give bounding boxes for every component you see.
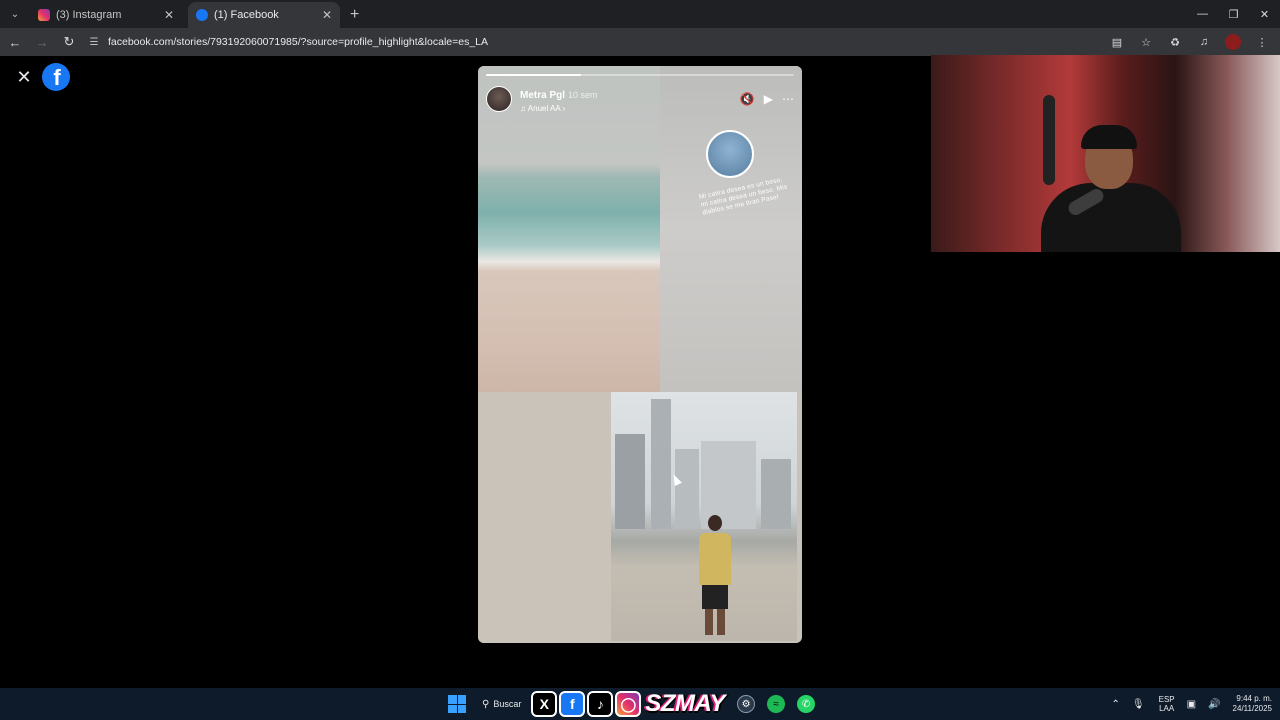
windows-start-icon[interactable]	[448, 695, 466, 713]
back-icon[interactable]: ←	[3, 30, 27, 54]
play-icon[interactable]: ▶	[764, 92, 773, 106]
clock[interactable]: 9:44 p. m. 24/11/2025	[1233, 694, 1272, 714]
more-options-icon[interactable]: ⋯	[782, 92, 794, 106]
story-music[interactable]: ♫ Anuel AA ›	[520, 104, 598, 113]
menu-kebab-icon[interactable]: ⋮	[1250, 30, 1274, 54]
language-line2: LAA	[1159, 704, 1175, 713]
social-overlay: X f ♪ ◯ SZMAY	[531, 688, 731, 720]
story-progress-bar	[486, 74, 794, 76]
story-meta: Metra Pgl 10 sem ♫ Anuel AA ›	[520, 85, 598, 113]
browser-toolbar: ← → ↻ ☰ facebook.com/stories/79319206007…	[0, 28, 1280, 56]
microphone-icon[interactable]: 🎙	[1132, 699, 1145, 710]
media-control-icon[interactable]: ♫	[1192, 30, 1216, 54]
tab-close-icon[interactable]: ✕	[322, 8, 332, 22]
tab-close-icon[interactable]: ✕	[164, 8, 174, 22]
facebook-icon	[196, 9, 208, 21]
author-name[interactable]: Metra Pgl	[520, 90, 565, 101]
tab-search-icon[interactable]: ⌄	[4, 3, 26, 25]
taskbar-center: ⚲ Buscar X f ♪ ◯ SZMAY ⚙ ≈ ✆	[448, 688, 821, 720]
streamer-figure	[1041, 123, 1181, 252]
windows-taskbar: ⚲ Buscar X f ♪ ◯ SZMAY ⚙ ≈ ✆ ⌃ 🎙 ESP LAA…	[0, 688, 1280, 720]
profile-sticker	[706, 130, 754, 178]
x-logo-icon: X	[531, 691, 558, 717]
forward-icon[interactable]: →	[30, 30, 54, 54]
author-avatar[interactable]	[486, 86, 512, 112]
story-photo-blank	[660, 66, 802, 392]
music-artist: Anuel AA	[527, 104, 561, 113]
extensions-icon[interactable]: ♻	[1163, 30, 1187, 54]
tab-title: (3) Instagram	[56, 9, 122, 21]
mute-icon[interactable]: 🔇	[740, 92, 755, 106]
clock-date: 24/11/2025	[1232, 704, 1272, 713]
instagram-logo-icon: ◯	[615, 691, 642, 717]
story-photo-sea	[478, 66, 660, 392]
window-close-icon[interactable]: ✕	[1249, 0, 1280, 28]
instagram-icon	[38, 9, 50, 21]
whatsapp-icon[interactable]: ✆	[797, 695, 816, 713]
tiktok-logo-icon: ♪	[587, 691, 614, 717]
profile-avatar[interactable]	[1225, 34, 1241, 50]
webcam-overlay	[931, 55, 1280, 252]
story-photo-sand	[478, 392, 611, 643]
toolbar-icons: ▤ ☆ ♻ ♫ ⋮	[1100, 28, 1274, 56]
install-app-icon[interactable]: ▤	[1105, 30, 1129, 54]
story-card[interactable]: Metra Pgl 10 sem ♫ Anuel AA › 🔇 ▶ ⋯ Mi ca…	[478, 66, 802, 643]
site-info-icon[interactable]: ☰	[84, 37, 104, 48]
minimize-icon[interactable]: —	[1187, 0, 1218, 28]
chevron-right-icon: ›	[562, 104, 566, 113]
person-figure	[699, 515, 731, 635]
restore-icon[interactable]: ❐	[1218, 0, 1249, 28]
clock-time: 9:44 p. m.	[1236, 694, 1272, 703]
facebook-logo-icon: f	[559, 691, 586, 717]
search-icon: ⚲	[482, 698, 490, 710]
facebook-logo-icon[interactable]: f	[42, 63, 70, 91]
developer-app-icon[interactable]: ⚙	[737, 695, 756, 713]
spotify-icon[interactable]: ≈	[767, 695, 786, 713]
reload-icon[interactable]: ↻	[57, 30, 81, 54]
tab-title: (1) Facebook	[214, 9, 279, 21]
story-header: Metra Pgl 10 sem ♫ Anuel AA › 🔇 ▶ ⋯	[486, 84, 794, 114]
story-time: 10 sem	[568, 90, 598, 100]
window-controls: — ❐ ✕	[1187, 0, 1280, 28]
story-photo-city	[611, 392, 797, 641]
close-stories-icon[interactable]: ✕	[14, 67, 34, 87]
language-indicator[interactable]: ESP LAA	[1159, 695, 1175, 713]
browser-tab-bar: ⌄ (3) Instagram ✕ (1) Facebook ✕ + — ❐ ✕	[0, 0, 1280, 28]
system-tray: ⌃ 🎙 ESP LAA ▣ 🔊 9:44 p. m. 24/11/2025	[1100, 688, 1272, 720]
volume-icon[interactable]: 🔊	[1208, 699, 1220, 710]
music-note-icon: ♫	[520, 104, 526, 113]
network-icon[interactable]: ▣	[1187, 699, 1196, 710]
new-tab-icon[interactable]: +	[350, 6, 359, 24]
address-bar[interactable]: ☰ facebook.com/stories/793192060071985/?…	[80, 31, 1165, 53]
story-actions: 🔇 ▶ ⋯	[731, 92, 794, 106]
taskbar-search[interactable]: ⚲ Buscar	[482, 699, 521, 710]
url-text[interactable]: facebook.com/stories/793192060071985/?so…	[108, 36, 488, 48]
tab-facebook[interactable]: (1) Facebook ✕	[188, 2, 340, 28]
language-line1: ESP	[1158, 694, 1175, 704]
bookmark-star-icon[interactable]: ☆	[1134, 30, 1158, 54]
tab-instagram[interactable]: (3) Instagram ✕	[30, 2, 182, 28]
chevron-up-icon[interactable]: ⌃	[1112, 699, 1120, 710]
search-label: Buscar	[493, 699, 522, 709]
brand-name: SZMAY	[645, 690, 726, 717]
